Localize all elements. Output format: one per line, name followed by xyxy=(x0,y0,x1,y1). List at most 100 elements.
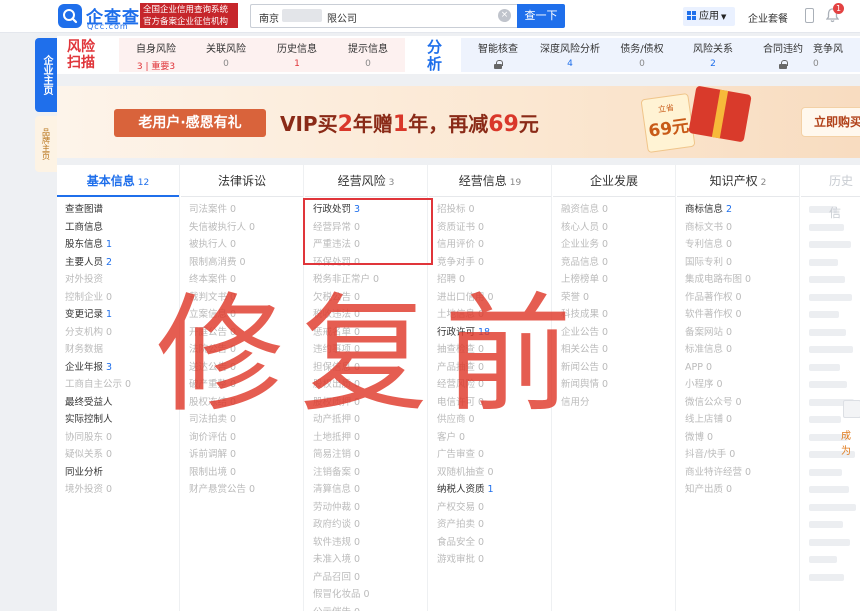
scroll-right-button[interactable] xyxy=(843,400,860,418)
category-item[interactable]: 假冒化妆品 0 xyxy=(313,586,427,604)
risk-scan-title[interactable]: 风险扫描 xyxy=(67,39,97,71)
category-tab[interactable]: 经营风险 3 xyxy=(305,165,427,197)
category-item[interactable]: 软件违规 0 xyxy=(313,534,427,552)
category-item-count: 0 xyxy=(354,519,361,530)
category-item[interactable]: 线上店铺 0 xyxy=(685,411,799,429)
apps-menu-button[interactable]: 应用 ▼ xyxy=(683,7,735,26)
search-button[interactable]: 查一下 xyxy=(517,4,565,28)
category-item[interactable]: APP 0 xyxy=(685,359,799,377)
category-item[interactable]: 限制高消费 0 xyxy=(189,254,303,272)
category-item[interactable]: 同业分析 xyxy=(65,464,179,482)
category-item[interactable]: 司法案件 0 xyxy=(189,201,303,219)
category-item[interactable]: 经营异常 0 xyxy=(313,219,427,237)
category-item[interactable]: 限制出境 0 xyxy=(189,464,303,482)
category-item[interactable]: 国际专利 0 xyxy=(685,254,799,272)
category-item-count: 0 xyxy=(354,221,361,233)
category-item[interactable]: 商标文书 0 xyxy=(685,219,799,237)
category-item[interactable]: 核心人员 0 xyxy=(561,219,675,237)
category-item[interactable]: 作品著作权 0 xyxy=(685,289,799,307)
category-tab[interactable]: 历史信 xyxy=(801,165,860,220)
category-item[interactable]: 诉前调解 0 xyxy=(189,446,303,464)
category-item[interactable]: 抖音/快手 0 xyxy=(685,446,799,464)
category-item[interactable]: 招投标 0 xyxy=(437,201,551,219)
enterprise-package-link[interactable]: 企业套餐 xyxy=(748,10,788,25)
analysis-title[interactable]: 分析 xyxy=(427,39,443,73)
category-item[interactable]: 询价评估 0 xyxy=(189,429,303,447)
category-item[interactable]: 境外投资 0 xyxy=(65,481,179,499)
mobile-app-icon[interactable] xyxy=(805,8,814,23)
qcc-logo-icon[interactable] xyxy=(58,4,82,28)
buy-now-button[interactable]: 立即购买 xyxy=(801,107,860,137)
analysis-item-smart-check[interactable]: 智能核查 xyxy=(457,40,539,72)
category-item-label: 招投标 xyxy=(437,204,466,215)
category-item[interactable]: 资产拍卖 0 xyxy=(437,516,551,534)
category-item[interactable]: 客户 0 xyxy=(437,429,551,447)
category-item[interactable]: 集成电路布图 0 xyxy=(685,271,799,289)
category-item[interactable]: 主要人员 2 xyxy=(65,254,179,272)
category-item[interactable]: 产权交易 0 xyxy=(437,499,551,517)
category-item[interactable]: 严重违法 0 xyxy=(313,236,427,254)
category-item[interactable]: 股东信息 1 xyxy=(65,236,179,254)
category-item[interactable]: 未准入境 0 xyxy=(313,551,427,569)
clear-icon[interactable]: × xyxy=(498,9,511,22)
category-tab[interactable]: 法律诉讼 xyxy=(181,165,303,197)
category-item[interactable]: 广告审查 0 xyxy=(437,446,551,464)
category-item[interactable]: 双随机抽查 0 xyxy=(437,464,551,482)
category-item[interactable]: 小程序 0 xyxy=(685,376,799,394)
category-item[interactable]: 融资信息 0 xyxy=(561,201,675,219)
category-tab[interactable]: 基本信息 12 xyxy=(57,165,179,197)
category-item[interactable]: 软件著作权 0 xyxy=(685,306,799,324)
category-item[interactable]: 食品安全 0 xyxy=(437,534,551,552)
category-item[interactable]: 工商信息 xyxy=(65,219,179,237)
category-item[interactable]: 土地抵押 0 xyxy=(313,429,427,447)
category-item[interactable]: 竞品信息 0 xyxy=(561,254,675,272)
category-item[interactable]: 备案网站 0 xyxy=(685,324,799,342)
category-item[interactable]: 资质证书 0 xyxy=(437,219,551,237)
category-item[interactable]: 信用评价 0 xyxy=(437,236,551,254)
redacted-name xyxy=(282,9,322,22)
category-item[interactable]: 微信公众号 0 xyxy=(685,394,799,412)
category-item[interactable]: 环保处罚 0 xyxy=(313,254,427,272)
category-item[interactable]: 商业特许经营 0 xyxy=(685,464,799,482)
category-item[interactable]: 政府约谈 0 xyxy=(313,516,427,534)
blurred-item xyxy=(809,311,839,318)
category-item[interactable]: 微博 0 xyxy=(685,429,799,447)
category-tab[interactable]: 经营信息 19 xyxy=(429,165,551,197)
category-item[interactable]: 清算信息 0 xyxy=(313,481,427,499)
tab-company-home[interactable]: 企业主页 xyxy=(35,38,57,112)
category-item[interactable]: 劳动仲裁 0 xyxy=(313,499,427,517)
category-item[interactable]: 商标信息 2 xyxy=(685,201,799,219)
category-item[interactable]: 简易注销 0 xyxy=(313,446,427,464)
become-vip-link[interactable]: 成为 xyxy=(841,427,860,457)
category-item[interactable]: 查查图谱 xyxy=(65,201,179,219)
risk-item-history[interactable]: 历史信息 1 xyxy=(256,40,338,69)
category-item[interactable]: 协同股东 0 xyxy=(65,429,179,447)
category-item[interactable]: 游戏审批 0 xyxy=(437,551,551,569)
tab-brand-home[interactable]: 品牌主页 xyxy=(35,116,57,172)
category-item[interactable]: 产品召回 0 xyxy=(313,569,427,587)
analysis-item-label: 深度风险分析 xyxy=(540,44,600,55)
analysis-item-debt[interactable]: 债务/债权 0 xyxy=(601,40,683,69)
category-item[interactable]: 公示催告0 xyxy=(313,604,427,611)
category-item[interactable]: 纳税人资质 1 xyxy=(437,481,551,499)
category-item[interactable]: 疑似关系 0 xyxy=(65,446,179,464)
category-item[interactable]: 竞争对手 0 xyxy=(437,254,551,272)
category-item[interactable]: 企业业务 0 xyxy=(561,236,675,254)
category-item[interactable]: 失信被执行人 0 xyxy=(189,219,303,237)
analysis-item-deep-risk[interactable]: 深度风险分析 4 xyxy=(529,40,611,69)
risk-item-related[interactable]: 关联风险 0 xyxy=(185,40,267,69)
promo-banner[interactable]: 老用户·感恩有礼 VIP买2年赠1年，再减69元 立省 69元 立即购买 xyxy=(57,86,860,158)
risk-item-tips[interactable]: 提示信息 0 xyxy=(327,40,409,69)
category-item[interactable]: 行政处罚 3 xyxy=(313,201,427,219)
top-header: 企查查 Qcc.com 全国企业信用查询系统 官方备案企业征信机构 南京 限公司 … xyxy=(0,0,860,33)
category-item[interactable]: 知产出质 0 xyxy=(685,481,799,499)
category-item[interactable]: 标准信息 0 xyxy=(685,341,799,359)
category-item[interactable]: 专利信息 0 xyxy=(685,236,799,254)
analysis-item-competition[interactable]: 竞争风 0 xyxy=(813,40,860,69)
category-item[interactable]: 财产悬赏公告 0 xyxy=(189,481,303,499)
category-tab[interactable]: 知识产权 2 xyxy=(677,165,799,197)
category-tab[interactable]: 企业发展 xyxy=(553,165,675,197)
analysis-item-contract[interactable]: 合同违约 xyxy=(742,40,824,72)
category-item[interactable]: 被执行人 0 xyxy=(189,236,303,254)
category-item[interactable]: 注销备案 0 xyxy=(313,464,427,482)
